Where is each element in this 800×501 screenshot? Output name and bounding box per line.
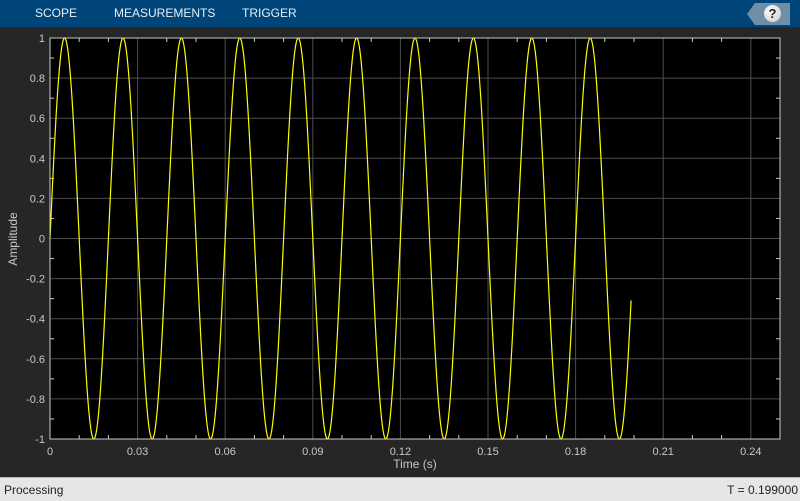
y-tick-label: -0.4 — [26, 314, 45, 326]
y-tick-label: 0.8 — [30, 73, 45, 85]
x-tick-label: 0.09 — [302, 446, 323, 458]
y-tick-label: -0.8 — [26, 394, 45, 406]
x-tick-label: 0.03 — [127, 446, 148, 458]
x-tick-label: 0.21 — [652, 446, 673, 458]
y-tick-label: 0.2 — [30, 193, 45, 205]
y-tick-label: -0.2 — [26, 274, 45, 286]
x-tick-label: 0.15 — [477, 446, 498, 458]
x-tick-label: 0.06 — [214, 446, 235, 458]
x-tick-label: 0.24 — [740, 446, 761, 458]
y-tick-label: 0 — [39, 234, 45, 246]
y-tick-label: -1 — [35, 434, 45, 446]
y-axis-label: Amplitude — [6, 212, 20, 266]
status-text: Processing — [4, 483, 64, 497]
y-tick-label: 1 — [39, 33, 45, 45]
x-axis-label: Time (s) — [393, 457, 437, 471]
y-tick-label: -0.6 — [26, 354, 45, 366]
time-readout: T = 0.199000 — [727, 483, 798, 497]
y-tick-label: 0.6 — [30, 113, 45, 125]
x-tick-label: 0.18 — [565, 446, 586, 458]
scope-plot: 0 0.03 0.06 0.09 0.12 0.15 0.18 0.21 0.2410.80.6… — [6, 33, 781, 471]
x-tick-label: 0 — [47, 446, 53, 458]
y-tick-label: 0.4 — [30, 153, 45, 165]
status-bar: Processing T = 0.199000 — [0, 477, 800, 501]
